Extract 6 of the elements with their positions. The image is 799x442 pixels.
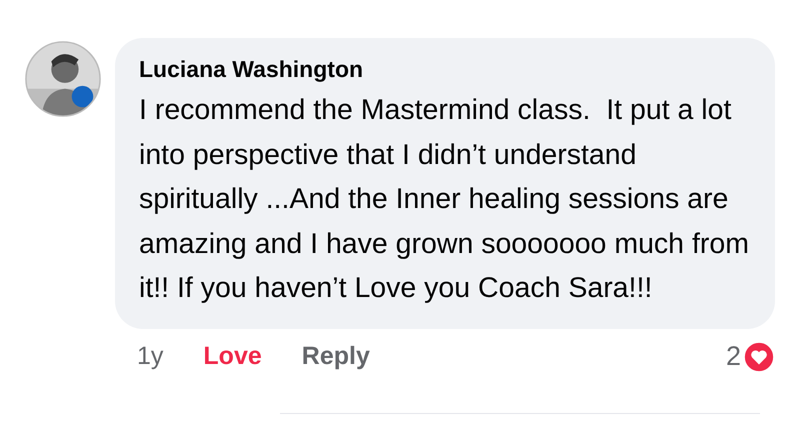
timestamp: 1y — [137, 342, 164, 372]
reaction-count: 2 — [726, 341, 741, 372]
author-name[interactable]: Luciana Washington — [139, 54, 751, 84]
reply-link[interactable]: Reply — [302, 342, 370, 372]
comment-text: I recommend the Mastermind class. It put a lot into perspective that I didn’t understand spiritually ...And the Inner healing sessions are amazing and I have grown sooooooo much from it!! If you haven’t Love you Coach Sara!!! — [139, 93, 750, 306]
love-link[interactable]: Love — [203, 342, 262, 372]
